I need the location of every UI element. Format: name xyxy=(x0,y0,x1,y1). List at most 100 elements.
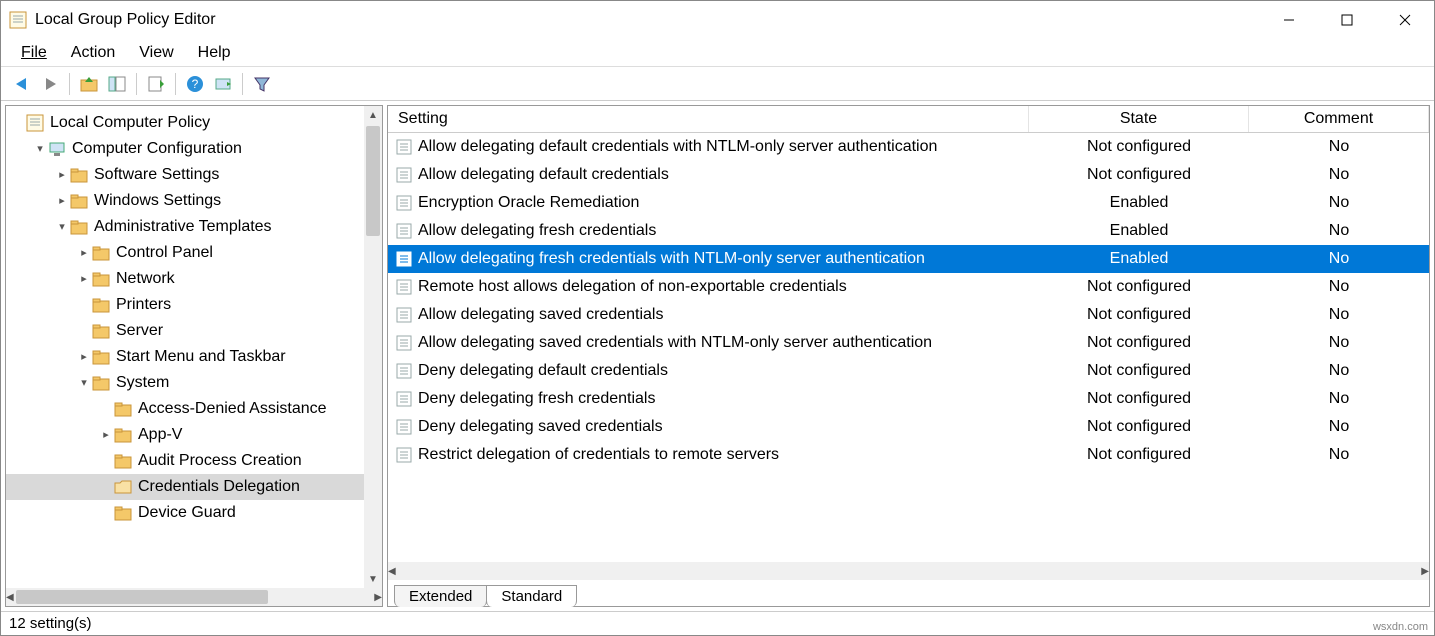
setting-comment: No xyxy=(1249,166,1429,184)
filter-button[interactable] xyxy=(249,71,275,97)
setting-icon xyxy=(396,251,412,267)
tree-node-label: Network xyxy=(116,266,175,292)
tree-toggle-icon[interactable]: ▾ xyxy=(76,370,92,396)
setting-state: Not configured xyxy=(1029,306,1249,324)
setting-comment: No xyxy=(1249,138,1429,156)
tree-node[interactable]: ▾Computer Configuration xyxy=(6,136,364,162)
scroll-right-arrow[interactable]: ▶ xyxy=(374,588,382,606)
show-hide-tree-button[interactable] xyxy=(104,71,130,97)
minimize-button[interactable] xyxy=(1260,1,1318,39)
tree-horizontal-scrollbar[interactable]: ◀ ▶ xyxy=(6,588,382,606)
tree-node[interactable]: ▾Administrative Templates xyxy=(6,214,364,240)
tree-node[interactable]: Access-Denied Assistance xyxy=(6,396,364,422)
view-tabs: Extended Standard xyxy=(388,580,1429,606)
setting-comment: No xyxy=(1249,250,1429,268)
tree-node-label: Software Settings xyxy=(94,162,219,188)
tree-node[interactable]: Device Guard xyxy=(6,500,364,526)
setting-row[interactable]: Deny delegating default credentialsNot c… xyxy=(388,357,1429,385)
col-setting[interactable]: Setting xyxy=(388,106,1029,132)
col-comment[interactable]: Comment xyxy=(1249,106,1429,132)
tree-vertical-scrollbar[interactable]: ▲ ▼ xyxy=(364,106,382,588)
setting-row[interactable]: Remote host allows delegation of non-exp… xyxy=(388,273,1429,301)
content-area: Local Computer Policy▾Computer Configura… xyxy=(1,101,1434,611)
help-button[interactable]: ? xyxy=(182,71,208,97)
setting-icon xyxy=(396,447,412,463)
tree-node-label: Device Guard xyxy=(138,500,236,526)
tree-toggle-icon[interactable]: ▸ xyxy=(54,162,70,188)
tree-node[interactable]: Printers xyxy=(6,292,364,318)
setting-comment: No xyxy=(1249,362,1429,380)
maximize-button[interactable] xyxy=(1318,1,1376,39)
tree-node[interactable]: ▸App-V xyxy=(6,422,364,448)
export-list-button[interactable] xyxy=(143,71,169,97)
toolbar: ? xyxy=(1,67,1434,101)
tree-scroll[interactable]: Local Computer Policy▾Computer Configura… xyxy=(6,106,364,588)
setting-row[interactable]: Allow delegating fresh credentials with … xyxy=(388,245,1429,273)
tree-node-label: Printers xyxy=(116,292,171,318)
tree-node[interactable]: Audit Process Creation xyxy=(6,448,364,474)
tree-node[interactable]: ▸Control Panel xyxy=(6,240,364,266)
setting-name: Allow delegating saved credentials xyxy=(418,306,663,324)
setting-row[interactable]: Deny delegating fresh credentialsNot con… xyxy=(388,385,1429,413)
tree-toggle-icon[interactable]: ▸ xyxy=(54,188,70,214)
app-icon xyxy=(9,11,27,29)
setting-row[interactable]: Encryption Oracle RemediationEnabledNo xyxy=(388,189,1429,217)
setting-comment: No xyxy=(1249,334,1429,352)
scroll-left-arrow[interactable]: ◀ xyxy=(388,562,396,580)
setting-row[interactable]: Allow delegating fresh credentialsEnable… xyxy=(388,217,1429,245)
menu-view[interactable]: View xyxy=(127,42,185,64)
tree-toggle-icon[interactable]: ▾ xyxy=(54,214,70,240)
setting-row[interactable]: Allow delegating saved credentials Not co… xyxy=(388,301,1429,329)
tab-standard[interactable]: Standard xyxy=(486,585,577,607)
tree-toggle-icon[interactable]: ▸ xyxy=(76,240,92,266)
menu-action[interactable]: Action xyxy=(59,42,127,64)
forward-button[interactable] xyxy=(37,71,63,97)
action-button[interactable] xyxy=(210,71,236,97)
setting-row[interactable]: Allow delegating saved credentials with … xyxy=(388,329,1429,357)
tree-node[interactable]: ▸Windows Settings xyxy=(6,188,364,214)
tree-node[interactable]: ▸ Software Settings xyxy=(6,162,364,188)
grid-horizontal-scrollbar[interactable]: ◀ ▶ xyxy=(388,562,1429,580)
setting-row[interactable]: Allow delegating default credentialsNot … xyxy=(388,161,1429,189)
setting-row[interactable]: Deny delegating saved credentialsNot con… xyxy=(388,413,1429,441)
setting-icon xyxy=(396,223,412,239)
tree-node[interactable]: Local Computer Policy xyxy=(6,110,364,136)
window-controls xyxy=(1260,1,1434,39)
scroll-thumb[interactable] xyxy=(16,590,268,604)
tree-node[interactable]: ▸ Network xyxy=(6,266,364,292)
scroll-left-arrow[interactable]: ◀ xyxy=(6,588,14,606)
setting-state: Not configured xyxy=(1029,390,1249,408)
folder-icon xyxy=(114,504,132,522)
setting-row[interactable]: Restrict delegation of credentials to re… xyxy=(388,441,1429,469)
scroll-down-arrow[interactable]: ▼ xyxy=(364,570,382,588)
tree-node-label: Credentials Delegation xyxy=(138,474,300,500)
tree-toggle-icon[interactable]: ▸ xyxy=(76,344,92,370)
setting-comment: No xyxy=(1249,222,1429,240)
setting-icon xyxy=(396,307,412,323)
folder-icon xyxy=(114,452,132,470)
tree-node[interactable]: Server xyxy=(6,318,364,344)
scroll-thumb[interactable] xyxy=(366,126,380,236)
setting-row[interactable]: Allow delegating default credentials wit… xyxy=(388,133,1429,161)
tree-toggle-icon[interactable]: ▾ xyxy=(32,136,48,162)
setting-name: Allow delegating default credentials xyxy=(418,166,669,184)
tree-node[interactable]: Credentials Delegation xyxy=(6,474,364,500)
close-button[interactable] xyxy=(1376,1,1434,39)
tree-toggle-icon[interactable]: ▸ xyxy=(76,266,92,292)
menu-help[interactable]: Help xyxy=(186,42,243,64)
scroll-right-arrow[interactable]: ▶ xyxy=(1421,562,1429,580)
window-title: Local Group Policy Editor xyxy=(35,11,1260,29)
tab-extended[interactable]: Extended xyxy=(394,585,487,607)
scroll-up-arrow[interactable]: ▲ xyxy=(364,106,382,124)
tree-toggle-icon[interactable]: ▸ xyxy=(98,422,114,448)
menu-file[interactable]: File xyxy=(9,42,59,64)
up-folder-button[interactable] xyxy=(76,71,102,97)
grid-body[interactable]: Allow delegating default credentials wit… xyxy=(388,133,1429,562)
col-state[interactable]: State xyxy=(1029,106,1249,132)
setting-icon xyxy=(396,391,412,407)
setting-comment: No xyxy=(1249,446,1429,464)
tree-node[interactable]: ▸Start Menu and Taskbar xyxy=(6,344,364,370)
tree-node[interactable]: ▾System xyxy=(6,370,364,396)
folder-open-icon xyxy=(114,478,132,496)
back-button[interactable] xyxy=(9,71,35,97)
